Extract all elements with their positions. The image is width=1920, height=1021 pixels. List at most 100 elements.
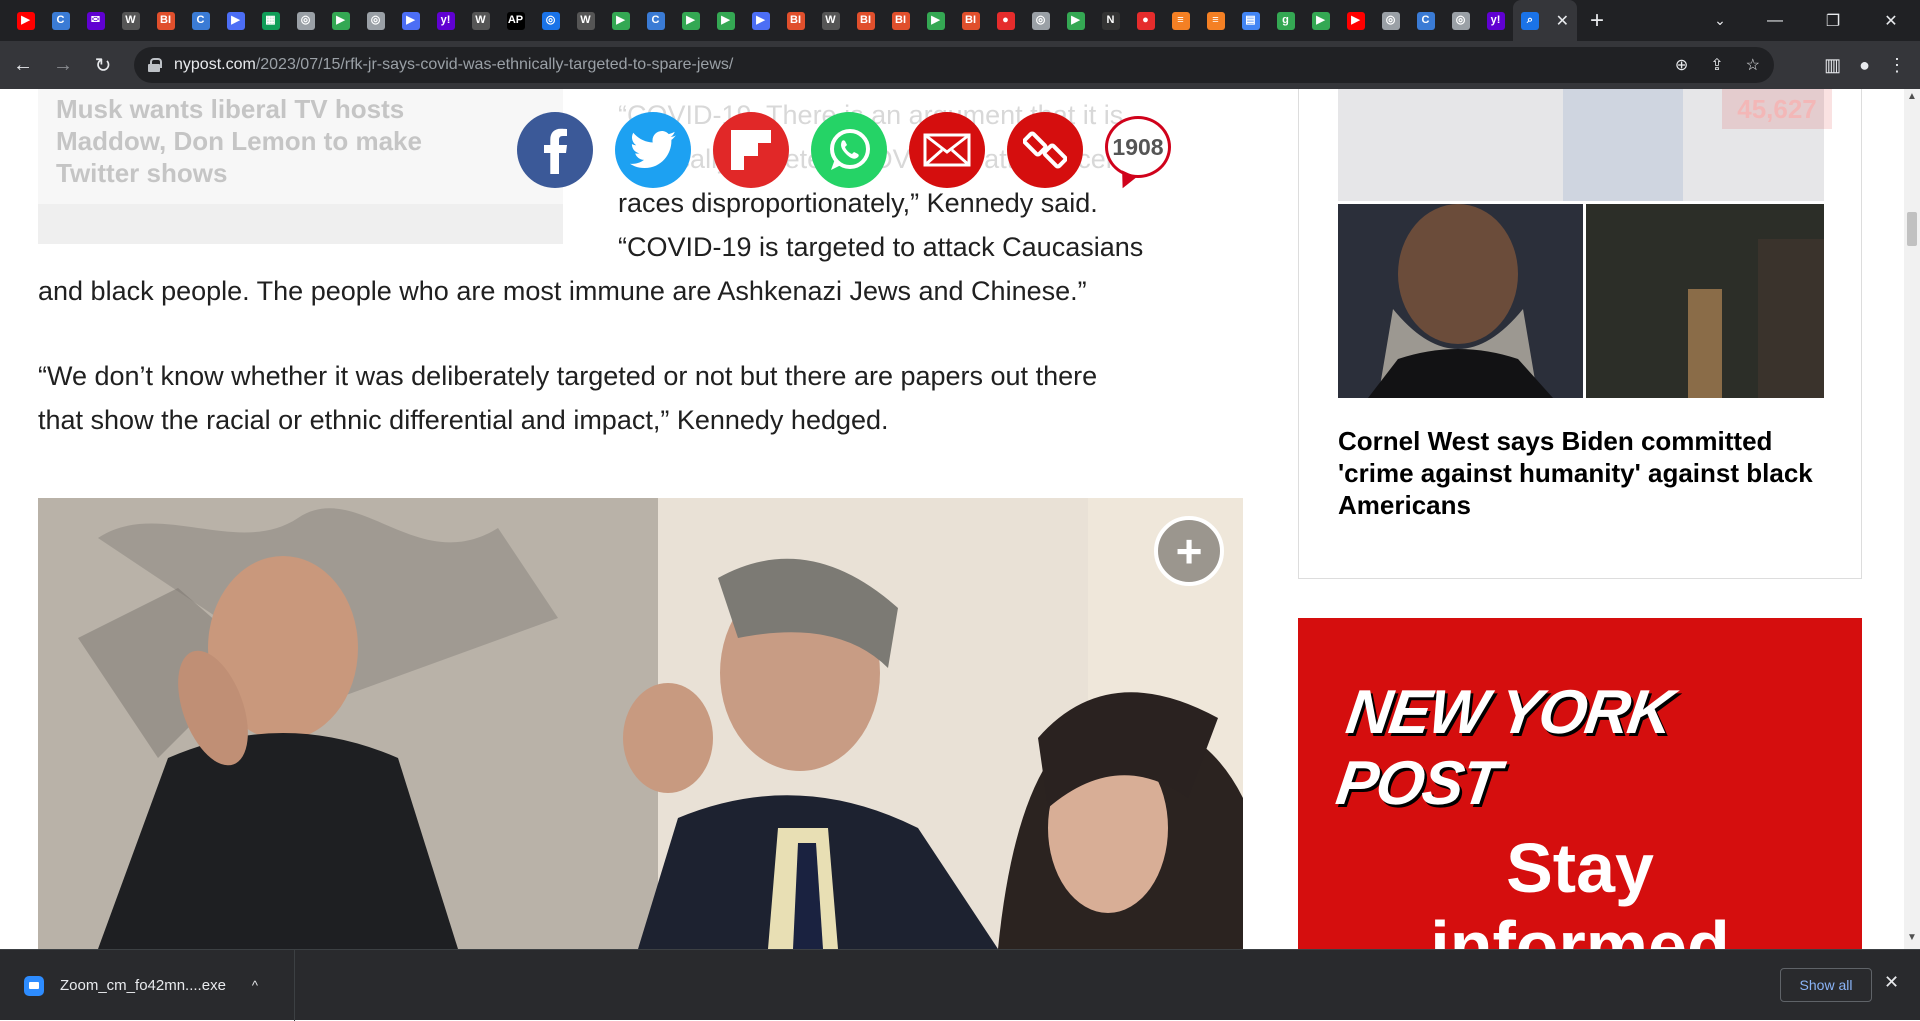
comments-button[interactable]: 1908: [1105, 116, 1171, 178]
browser-tab[interactable]: C: [638, 0, 673, 41]
browser-tab[interactable]: BI: [848, 0, 883, 41]
close-window-button[interactable]: ✕: [1862, 0, 1920, 41]
browser-tab[interactable]: ◎: [1373, 0, 1408, 41]
profile-icon[interactable]: ●: [1859, 55, 1870, 76]
play-icon: ▶: [681, 11, 700, 30]
browser-tab[interactable]: BI: [953, 0, 988, 41]
tab-search-button[interactable]: ⌄: [1700, 0, 1740, 41]
twitter-share-button[interactable]: [615, 112, 691, 188]
related-story-title[interactable]: Musk wants liberal TV hosts Maddow, Don …: [56, 93, 476, 189]
facebook-share-button[interactable]: [517, 112, 593, 188]
forward-icon: ▶: [401, 11, 420, 30]
browser-tab[interactable]: g: [1268, 0, 1303, 41]
scroll-up-arrow[interactable]: ▲: [1904, 89, 1920, 105]
browser-tab[interactable]: ◎: [288, 0, 323, 41]
browser-tab[interactable]: ◎: [1443, 0, 1478, 41]
sidebar-photo: [1338, 89, 1824, 398]
browser-tab[interactable]: ▶: [1338, 0, 1373, 41]
browser-tab[interactable]: ▶: [1058, 0, 1093, 41]
browser-tab[interactable]: ◎: [533, 0, 568, 41]
podcast-icon: ●: [1136, 11, 1155, 30]
restore-button[interactable]: ❐: [1804, 0, 1862, 41]
forward-button[interactable]: →: [46, 48, 80, 82]
browser-tab[interactable]: ▶: [918, 0, 953, 41]
browser-tab[interactable]: ▤: [1233, 0, 1268, 41]
page-content: Musk wants liberal TV hosts Maddow, Don …: [0, 89, 1904, 949]
browser-tab[interactable]: ⌕ ✕: [1513, 0, 1577, 41]
browser-tab[interactable]: ●: [988, 0, 1023, 41]
browser-toolbar: ← → ↻ nypost.com/2023/07/15/rfk-jr-says-…: [0, 41, 1920, 89]
browser-tab[interactable]: y!: [428, 0, 463, 41]
scrollbar-thumb[interactable]: [1907, 212, 1917, 246]
browser-tab[interactable]: ▶: [743, 0, 778, 41]
scroll-down-arrow[interactable]: ▼: [1904, 930, 1920, 946]
browser-tab[interactable]: ≡: [1163, 0, 1198, 41]
browser-tab[interactable]: ●: [1128, 0, 1163, 41]
show-all-downloads-button[interactable]: Show all: [1780, 968, 1872, 1002]
browser-tab[interactable]: C: [1408, 0, 1443, 41]
close-tab-icon[interactable]: ✕: [1556, 11, 1569, 31]
browser-tab[interactable]: ◎: [1023, 0, 1058, 41]
browser-tab[interactable]: W: [463, 0, 498, 41]
reload-button[interactable]: ↻: [86, 48, 120, 82]
zoom-icon[interactable]: ⊕: [1675, 55, 1688, 75]
browser-tab[interactable]: ≡: [1198, 0, 1233, 41]
browser-tab[interactable]: ▶: [603, 0, 638, 41]
wsj-icon: W: [576, 11, 595, 30]
article-line: and black people. The people who are mos…: [38, 276, 1087, 306]
globe-icon: ◎: [296, 11, 315, 30]
tab-list: ▶ C ✉ W BI C ▶ ▦ ◎ ▶ ◎ ▶ y! W AP ◎ W ▶ C ▶ ▶ ▶ BI W BI BI ▶ BI ● ◎ ▶ N ●…: [0, 0, 1617, 41]
sidebar-headline[interactable]: Cornel West says Biden committed 'crime …: [1338, 425, 1828, 521]
browser-tab[interactable]: ▶: [8, 0, 43, 41]
sidebar-story-image[interactable]: [1338, 89, 1824, 398]
browser-tab[interactable]: ▶: [708, 0, 743, 41]
browser-tab[interactable]: ▶: [218, 0, 253, 41]
flipboard-share-button[interactable]: [713, 112, 789, 188]
back-button[interactable]: ←: [6, 48, 40, 82]
address-bar[interactable]: nypost.com/2023/07/15/rfk-jr-says-covid-…: [134, 47, 1774, 83]
browser-tab[interactable]: ◎: [358, 0, 393, 41]
whatsapp-share-button[interactable]: [811, 112, 887, 188]
article-photo[interactable]: [38, 498, 1243, 949]
side-panel-icon[interactable]: ▥: [1824, 55, 1841, 76]
browser-tab[interactable]: BI: [778, 0, 813, 41]
close-download-bar-icon[interactable]: ✕: [1884, 972, 1899, 993]
browser-tab[interactable]: BI: [883, 0, 918, 41]
browser-tab[interactable]: W: [113, 0, 148, 41]
star-icon[interactable]: ☆: [1746, 55, 1760, 75]
play-icon: ▶: [926, 11, 945, 30]
email-share-button[interactable]: [909, 112, 985, 188]
advertisement[interactable]: NEW YORK POST Stay informed: [1298, 618, 1862, 949]
download-item[interactable]: Zoom_cm_fo42mn....exe ^: [0, 950, 295, 1021]
wsj-icon: W: [121, 11, 140, 30]
browser-tab[interactable]: ▦: [253, 0, 288, 41]
browser-tab[interactable]: N: [1093, 0, 1128, 41]
omnibox-actions: ⊕ ⇪ ☆: [1675, 47, 1760, 83]
tab-strip: ▶ C ✉ W BI C ▶ ▦ ◎ ▶ ◎ ▶ y! W AP ◎ W ▶ C ▶ ▶ ▶ BI W BI BI ▶ BI ● ◎ ▶ N ●…: [0, 0, 1920, 41]
browser-tab[interactable]: y!: [1478, 0, 1513, 41]
browser-tab[interactable]: AP: [498, 0, 533, 41]
yahoo-icon: y!: [1486, 11, 1505, 30]
article-photo-image: [38, 498, 1243, 949]
browser-tab[interactable]: C: [43, 0, 78, 41]
window-controls: — ❐ ✕: [1746, 0, 1920, 41]
minimize-button[interactable]: —: [1746, 0, 1804, 41]
youtube-icon: ▶: [1346, 11, 1365, 30]
browser-tab[interactable]: W: [813, 0, 848, 41]
browser-tab[interactable]: ▶: [1303, 0, 1338, 41]
menu-icon[interactable]: ⋮: [1888, 55, 1906, 76]
browser-tab[interactable]: C: [183, 0, 218, 41]
browser-tab[interactable]: ▶: [393, 0, 428, 41]
article-line: “We don’t know whether it was deliberate…: [38, 361, 1098, 391]
new-tab-button[interactable]: +: [1577, 7, 1617, 35]
browser-tab[interactable]: W: [568, 0, 603, 41]
ap-icon: AP: [506, 11, 525, 30]
browser-tab[interactable]: ✉: [78, 0, 113, 41]
chevron-up-icon[interactable]: ^: [252, 978, 258, 993]
browser-tab[interactable]: ▶: [673, 0, 708, 41]
expand-photo-button[interactable]: +: [1154, 516, 1224, 586]
share-icon[interactable]: ⇪: [1710, 55, 1723, 75]
browser-tab[interactable]: ▶: [323, 0, 358, 41]
browser-tab[interactable]: BI: [148, 0, 183, 41]
copy-link-button[interactable]: [1007, 112, 1083, 188]
